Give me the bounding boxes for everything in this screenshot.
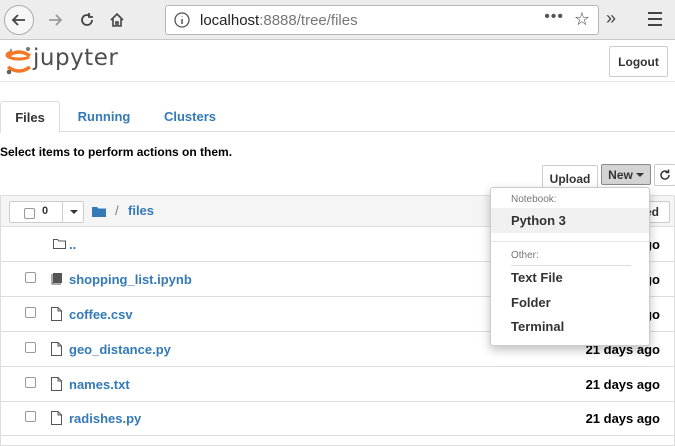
file-name[interactable]: .. <box>69 237 76 252</box>
new-button[interactable]: New <box>601 164 651 185</box>
file-name[interactable]: coffee.csv <box>69 307 133 322</box>
main-tabs: Files Running Clusters <box>0 101 675 133</box>
menu-item-terminal[interactable]: Terminal <box>491 314 649 339</box>
file-name[interactable]: shopping_list.ipynb <box>69 272 192 287</box>
folder-icon[interactable] <box>92 206 106 217</box>
jupyter-logo-icon[interactable] <box>4 45 34 77</box>
tab-clusters[interactable]: Clusters <box>152 101 228 132</box>
url-bar[interactable]: localhost:8888/tree/files ••• ☆ <box>165 5 599 35</box>
info-icon[interactable] <box>174 12 190 28</box>
notebook-section-header: Notebook: <box>511 194 557 205</box>
tab-files[interactable]: Files <box>0 101 60 133</box>
folder-outline-icon <box>53 239 66 249</box>
bookmark-star-icon[interactable]: ☆ <box>574 9 590 30</box>
browser-toolbar: localhost:8888/tree/files ••• ☆ » <box>0 0 675 40</box>
logout-button[interactable]: Logout <box>609 46 668 77</box>
caret-down-icon <box>69 210 78 214</box>
menu-divider <box>491 241 649 242</box>
caret-down-icon <box>635 172 644 177</box>
menu-item-python3[interactable]: Python 3 <box>491 208 649 233</box>
file-icon <box>51 411 62 425</box>
list-item[interactable]: names.txt 21 days ago <box>0 367 675 402</box>
breadcrumb-separator: / <box>115 203 119 218</box>
notebook-icon <box>51 273 62 285</box>
home-icon <box>110 12 124 27</box>
file-name[interactable]: geo_distance.py <box>69 342 171 357</box>
file-date: 21 days ago <box>585 377 660 392</box>
refresh-button[interactable] <box>654 164 675 186</box>
list-item <box>0 436 675 446</box>
reload-icon <box>81 13 93 26</box>
back-button[interactable] <box>4 5 34 35</box>
select-dropdown-button[interactable] <box>62 202 84 222</box>
instructions-text: Select items to perform actions on them. <box>0 145 233 159</box>
reload-button[interactable] <box>72 5 102 35</box>
tab-running[interactable]: Running <box>64 101 144 132</box>
select-all-group[interactable]: 0 <box>9 201 84 223</box>
other-section-header: Other: <box>511 250 539 261</box>
menu-item-text-file[interactable]: Text File <box>491 265 649 290</box>
file-name[interactable]: radishes.py <box>69 411 141 426</box>
select-all-checkbox[interactable] <box>24 208 35 219</box>
new-button-label: New <box>608 167 633 182</box>
jupyter-header: jupyter Logout <box>0 41 675 82</box>
selected-count: 0 <box>42 205 49 217</box>
url-text: localhost:8888/tree/files <box>200 12 358 29</box>
file-name[interactable]: names.txt <box>69 377 130 392</box>
breadcrumb-files[interactable]: files <box>128 203 154 218</box>
row-checkbox[interactable] <box>25 342 36 353</box>
overflow-chevron-icon[interactable]: » <box>606 8 616 29</box>
file-icon <box>51 342 62 356</box>
forward-button[interactable] <box>40 5 70 35</box>
jupyter-logo-text[interactable]: jupyter <box>33 45 118 71</box>
menu-item-folder[interactable]: Folder <box>491 290 649 315</box>
file-date: 21 days ago <box>585 411 660 426</box>
page-actions-icon[interactable]: ••• <box>544 8 564 26</box>
file-icon <box>51 377 62 391</box>
row-checkbox[interactable] <box>25 411 36 422</box>
list-item[interactable]: radishes.py 21 days ago <box>0 401 675 436</box>
file-icon <box>51 307 62 321</box>
upload-button[interactable]: Upload <box>542 165 598 188</box>
home-button[interactable] <box>102 5 132 35</box>
arrow-left-icon <box>11 14 25 26</box>
hamburger-menu-icon[interactable] <box>643 8 667 32</box>
row-checkbox[interactable] <box>25 307 36 318</box>
new-dropdown-menu: Notebook: Python 3 Other: Text File Fold… <box>490 187 650 346</box>
arrow-right-icon <box>49 14 63 26</box>
refresh-icon <box>660 169 670 180</box>
row-checkbox[interactable] <box>25 272 36 283</box>
row-checkbox[interactable] <box>25 377 36 388</box>
